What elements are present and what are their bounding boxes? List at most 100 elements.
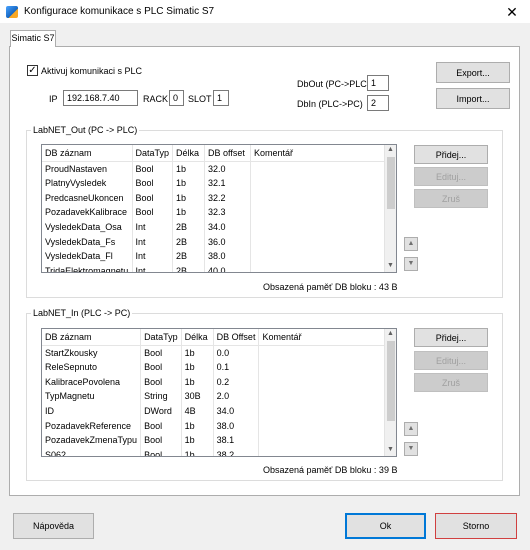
cell: PozadavekZmenaTypu	[42, 433, 142, 448]
cell	[258, 403, 388, 419]
scroll-thumb[interactable]	[387, 341, 395, 421]
dbout-input[interactable]: 1	[367, 75, 389, 91]
table-row[interactable]: KalibracePovolena Bool 1b 0.2	[42, 374, 388, 390]
table-row[interactable]: PlatnyVysledek Bool 1b 32.1	[42, 175, 386, 191]
enable-communication-checkbox[interactable]: ✓	[27, 65, 38, 76]
cell: String	[140, 389, 182, 404]
column-header[interactable]: DB offset	[204, 145, 252, 161]
cell	[250, 234, 386, 250]
out-memory-status: Obsazená paměť DB bloku : 43 B	[263, 282, 398, 292]
cell: Bool	[132, 205, 174, 220]
window-title: Konfigurace komunikace s PLC Simatic S7	[24, 6, 215, 17]
import-button[interactable]: Import...	[436, 88, 510, 109]
cell	[258, 433, 388, 448]
in-table-scrollbar[interactable]: ▲ ▼	[384, 329, 396, 456]
cell: Bool	[132, 190, 174, 206]
in-edit-button[interactable]: Edituj...	[414, 351, 488, 370]
dbin-input[interactable]: 2	[367, 95, 389, 111]
dbin-label: DbIn (PLC->PC)	[297, 99, 363, 109]
in-add-button[interactable]: Přidej...	[414, 328, 488, 347]
column-header[interactable]: DataTyp	[140, 329, 182, 345]
scroll-thumb[interactable]	[387, 157, 395, 209]
scroll-up-icon[interactable]: ▲	[385, 146, 396, 153]
table-row[interactable]: VysledekData_Osa Int 2B 34.0	[42, 219, 386, 235]
column-header[interactable]: Komentář	[251, 145, 385, 161]
cell: 32.0	[204, 161, 252, 176]
cell: Int	[132, 263, 174, 272]
table-row[interactable]: PozadavekReference Bool 1b 38.0	[42, 418, 388, 434]
in-move-down-icon[interactable]: ▼	[404, 442, 418, 456]
cell: Int	[132, 234, 174, 250]
column-header[interactable]: Komentář	[259, 329, 387, 345]
table-row[interactable]: StartZkousky Bool 1b 0.0	[42, 345, 388, 360]
out-move-up-icon[interactable]: ▲	[404, 237, 418, 251]
out-edit-button[interactable]: Edituj...	[414, 167, 488, 186]
column-header[interactable]: DB záznam	[42, 329, 142, 345]
cell	[250, 263, 386, 272]
cell: TridaElektromagnetu	[42, 263, 133, 272]
table-row[interactable]: ProudNastaven Bool 1b 32.0	[42, 161, 386, 176]
table-row[interactable]: PozadavekKalibrace Bool 1b 32.3	[42, 205, 386, 220]
ok-button[interactable]: Ok	[345, 513, 426, 539]
cell	[250, 219, 386, 235]
slot-input[interactable]: 1	[213, 90, 229, 106]
table-row[interactable]: TridaElektromagnetu Int 2B 40.0	[42, 263, 386, 272]
out-add-button[interactable]: Přidej...	[414, 145, 488, 164]
cell: ProudNastaven	[42, 161, 133, 176]
cell: Bool	[140, 374, 182, 390]
scroll-down-icon[interactable]: ▼	[385, 262, 396, 269]
cell: 1b	[181, 345, 214, 360]
rack-input[interactable]: 0	[169, 90, 184, 106]
tab-simatic-s7[interactable]: Simatic S7	[10, 30, 56, 47]
table-row[interactable]: TypMagnetu String 30B 2.0	[42, 389, 388, 404]
out-group-title: LabNET_Out (PC -> PLC)	[31, 125, 140, 135]
ip-input[interactable]: 192.168.7.40	[63, 90, 138, 106]
ip-label: IP	[49, 94, 58, 104]
table-row[interactable]: VysledekData_Fl Int 2B 38.0	[42, 249, 386, 264]
table-row[interactable]: PredcasneUkoncen Bool 1b 32.2	[42, 190, 386, 206]
export-button[interactable]: Export...	[436, 62, 510, 83]
table-row[interactable]: ID DWord 4B 34.0	[42, 403, 388, 419]
table-row[interactable]: ReleSepnuto Bool 1b 0.1	[42, 359, 388, 375]
cell: 1b	[181, 447, 214, 456]
cell: 1b	[172, 175, 206, 191]
column-header[interactable]: DB Offset	[213, 329, 260, 345]
out-table[interactable]: DB záznam DataTyp Délka DB offset Koment…	[41, 144, 397, 273]
cell: 1b	[172, 161, 206, 176]
cell: Bool	[140, 345, 182, 360]
out-table-scrollbar[interactable]: ▲ ▼	[384, 145, 396, 272]
cell	[250, 190, 386, 206]
cell: 30B	[181, 389, 214, 404]
cell: Bool	[140, 447, 182, 456]
cell: PozadavekReference	[42, 418, 142, 434]
cell: 32.1	[204, 175, 252, 191]
in-table[interactable]: DB záznam DataTyp Délka DB Offset Koment…	[41, 328, 397, 457]
column-header[interactable]: DataTyp	[132, 145, 174, 161]
title-bar: Konfigurace komunikace s PLC Simatic S7 …	[0, 0, 530, 24]
cell: 1b	[172, 205, 206, 220]
table-row[interactable]: PozadavekZmenaTypu Bool 1b 38.1	[42, 433, 388, 448]
cell: 2.0	[213, 389, 260, 404]
close-icon[interactable]: ✕	[500, 3, 524, 21]
column-header[interactable]: Délka	[172, 145, 206, 161]
table-row[interactable]: VysledekData_Fs Int 2B 36.0	[42, 234, 386, 250]
cell	[250, 249, 386, 264]
cell: 34.0	[204, 219, 252, 235]
column-header[interactable]: DB záznam	[42, 145, 133, 161]
cell: 38.1	[213, 433, 260, 448]
scroll-up-icon[interactable]: ▲	[385, 330, 396, 337]
cell: 36.0	[204, 234, 252, 250]
out-move-down-icon[interactable]: ▼	[404, 257, 418, 271]
cell: 32.3	[204, 205, 252, 220]
cell: 0.0	[213, 345, 260, 360]
cancel-button[interactable]: Storno	[435, 513, 517, 539]
column-header[interactable]: Délka	[181, 329, 214, 345]
table-row[interactable]: S062 Bool 1b 38.2	[42, 447, 388, 456]
out-cancel-button[interactable]: Zruš	[414, 189, 488, 208]
table-header: DB záznam DataTyp Délka DB Offset Koment…	[42, 329, 387, 345]
scroll-down-icon[interactable]: ▼	[385, 446, 396, 453]
in-move-up-icon[interactable]: ▲	[404, 422, 418, 436]
cell: PredcasneUkoncen	[42, 190, 133, 206]
help-button[interactable]: Nápověda	[13, 513, 94, 539]
in-cancel-button[interactable]: Zruš	[414, 373, 488, 392]
